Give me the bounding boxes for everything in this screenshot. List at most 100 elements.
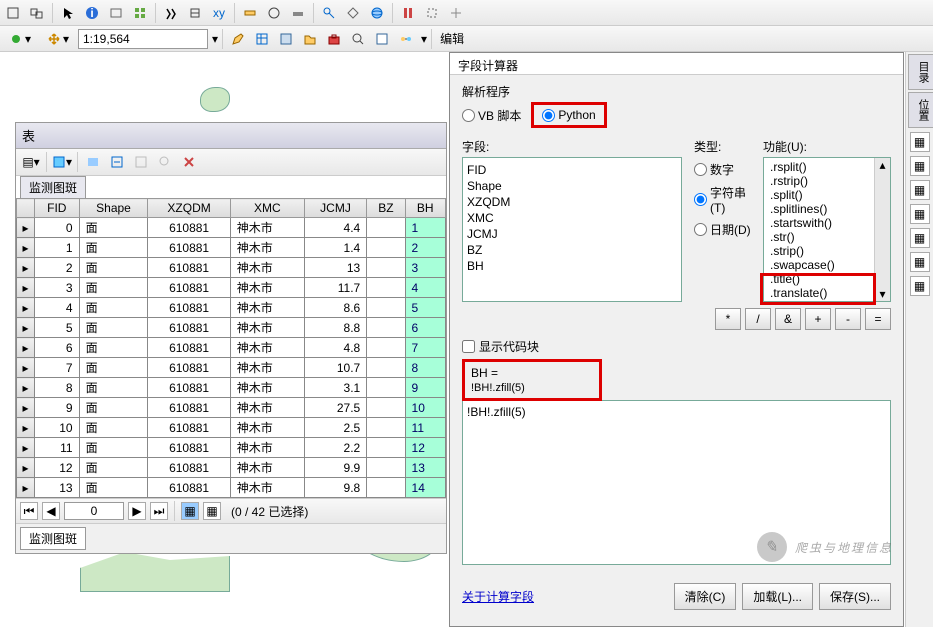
type-string-radio[interactable]: 字符串(T): [694, 184, 751, 215]
table-row[interactable]: ▸ 6 面 610881 神木市 4.8 7: [17, 338, 446, 358]
move-dropdown[interactable]: ▾: [40, 28, 76, 50]
operator-button[interactable]: &: [775, 308, 801, 330]
table-clear-icon[interactable]: [130, 151, 152, 173]
function-item[interactable]: .startswith(): [764, 216, 890, 230]
parser-python-radio[interactable]: Python: [534, 105, 603, 125]
operator-button[interactable]: -: [835, 308, 861, 330]
nav-show-selected-icon[interactable]: ▦: [203, 502, 221, 520]
help-link[interactable]: 关于计算字段: [462, 588, 534, 605]
table-layer-tab[interactable]: 监测图斑: [20, 176, 86, 198]
right-btn-4[interactable]: ▦: [910, 204, 930, 224]
nav-last-icon[interactable]: ⏭: [150, 502, 168, 520]
table-row[interactable]: ▸ 7 面 610881 神木市 10.7 8: [17, 358, 446, 378]
function-item[interactable]: .strip(): [764, 244, 890, 258]
right-btn-5[interactable]: ▦: [910, 228, 930, 248]
toolbox-icon[interactable]: [323, 28, 345, 50]
field-item[interactable]: Shape: [467, 178, 677, 194]
operator-button[interactable]: /: [745, 308, 771, 330]
layout-icon[interactable]: [275, 28, 297, 50]
nav-prev-icon[interactable]: ◀: [42, 502, 60, 520]
function-item[interactable]: .rsplit(): [764, 160, 890, 174]
draw-dropdown[interactable]: ▾: [2, 28, 38, 50]
function-item[interactable]: .translate(): [764, 286, 890, 300]
tool-12-icon[interactable]: [287, 2, 309, 24]
function-item[interactable]: .split(): [764, 188, 890, 202]
column-header[interactable]: FID: [35, 199, 80, 218]
column-header[interactable]: Shape: [79, 199, 148, 218]
tool-6-icon[interactable]: [129, 2, 151, 24]
field-item[interactable]: BZ: [467, 242, 677, 258]
measure-icon[interactable]: [239, 2, 261, 24]
codeblock-checkbox[interactable]: [462, 340, 475, 353]
table-switch-icon[interactable]: [106, 151, 128, 173]
type-number-radio[interactable]: 数字: [694, 161, 734, 178]
table-row[interactable]: ▸ 12 面 610881 神木市 9.9 13: [17, 458, 446, 478]
function-item[interactable]: .upper(): [764, 300, 890, 302]
tool-17-icon[interactable]: [421, 2, 443, 24]
function-item[interactable]: .splitlines(): [764, 202, 890, 216]
table-row[interactable]: ▸ 0 面 610881 神木市 4.4 1: [17, 218, 446, 238]
field-item[interactable]: XZQDM: [467, 194, 677, 210]
parser-vb-radio[interactable]: VB 脚本: [462, 107, 521, 124]
tool-14-icon[interactable]: [342, 2, 364, 24]
table-row[interactable]: ▸ 1 面 610881 神木市 1.4 2: [17, 238, 446, 258]
nav-first-icon[interactable]: ⏮: [20, 502, 38, 520]
column-header[interactable]: BH: [405, 199, 445, 218]
column-header[interactable]: XMC: [230, 199, 304, 218]
operator-button[interactable]: *: [715, 308, 741, 330]
fields-listbox[interactable]: FIDShapeXZQDMXMCJCMJBZBH: [462, 157, 682, 302]
globe-icon[interactable]: [366, 2, 388, 24]
table-row[interactable]: ▸ 2 面 610881 神木市 13 3: [17, 258, 446, 278]
tool-8-icon[interactable]: [184, 2, 206, 24]
column-header[interactable]: JCMJ: [304, 199, 366, 218]
edit-tool-icon[interactable]: [227, 28, 249, 50]
functions-listbox[interactable]: .rsplit().rstrip().split().splitlines().…: [763, 157, 891, 302]
field-item[interactable]: FID: [467, 162, 677, 178]
operator-button[interactable]: =: [865, 308, 891, 330]
column-header[interactable]: XZQDM: [148, 199, 230, 218]
table-row[interactable]: ▸ 5 面 610881 神木市 8.8 6: [17, 318, 446, 338]
table-row[interactable]: ▸ 3 面 610881 神木市 11.7 4: [17, 278, 446, 298]
search-tool-icon[interactable]: [347, 28, 369, 50]
load-button[interactable]: 加载(L)...: [742, 583, 813, 610]
info-icon[interactable]: i: [81, 2, 103, 24]
table-delete-icon[interactable]: [178, 151, 200, 173]
catalog-tab[interactable]: 目录: [908, 54, 933, 90]
right-btn-3[interactable]: ▦: [910, 180, 930, 200]
tool-5-icon[interactable]: [105, 2, 127, 24]
table-row[interactable]: ▸ 13 面 610881 神木市 9.8 14: [17, 478, 446, 498]
table-select-icon[interactable]: ▾: [51, 151, 73, 173]
xy-icon[interactable]: xy: [208, 2, 230, 24]
table-row[interactable]: ▸ 11 面 610881 神木市 2.2 12: [17, 438, 446, 458]
table-menu-icon[interactable]: ▤▾: [20, 151, 42, 173]
function-item[interactable]: .str(): [764, 230, 890, 244]
type-date-radio[interactable]: 日期(D): [694, 221, 751, 238]
nav-next-icon[interactable]: ▶: [128, 502, 146, 520]
operator-button[interactable]: +: [805, 308, 831, 330]
clear-button[interactable]: 清除(C): [674, 583, 737, 610]
right-btn-6[interactable]: ▦: [910, 252, 930, 272]
right-btn-7[interactable]: ▦: [910, 276, 930, 296]
find-icon[interactable]: [160, 2, 182, 24]
field-item[interactable]: XMC: [467, 210, 677, 226]
field-item[interactable]: JCMJ: [467, 226, 677, 242]
model-icon[interactable]: [395, 28, 417, 50]
function-item[interactable]: .swapcase(): [764, 258, 890, 272]
function-item[interactable]: .rstrip(): [764, 174, 890, 188]
field-item[interactable]: BH: [467, 258, 677, 274]
tool-18-icon[interactable]: [445, 2, 467, 24]
tool-13-icon[interactable]: [318, 2, 340, 24]
tool-16-icon[interactable]: [397, 2, 419, 24]
tool-11-icon[interactable]: [263, 2, 285, 24]
attribute-table[interactable]: FIDShapeXZQDMXMCJCMJBZBH ▸ 0 面 610881 神木…: [16, 198, 446, 498]
table-related-icon[interactable]: [82, 151, 104, 173]
save-button[interactable]: 保存(S)...: [819, 583, 891, 610]
catalog-icon[interactable]: [299, 28, 321, 50]
scrollbar[interactable]: ▴▾: [874, 158, 890, 301]
location-tab[interactable]: 位置: [908, 92, 933, 128]
right-btn-1[interactable]: ▦: [910, 132, 930, 152]
table-zoom-icon[interactable]: [154, 151, 176, 173]
table-row[interactable]: ▸ 8 面 610881 神木市 3.1 9: [17, 378, 446, 398]
nav-show-all-icon[interactable]: ▦: [181, 502, 199, 520]
right-btn-2[interactable]: ▦: [910, 156, 930, 176]
